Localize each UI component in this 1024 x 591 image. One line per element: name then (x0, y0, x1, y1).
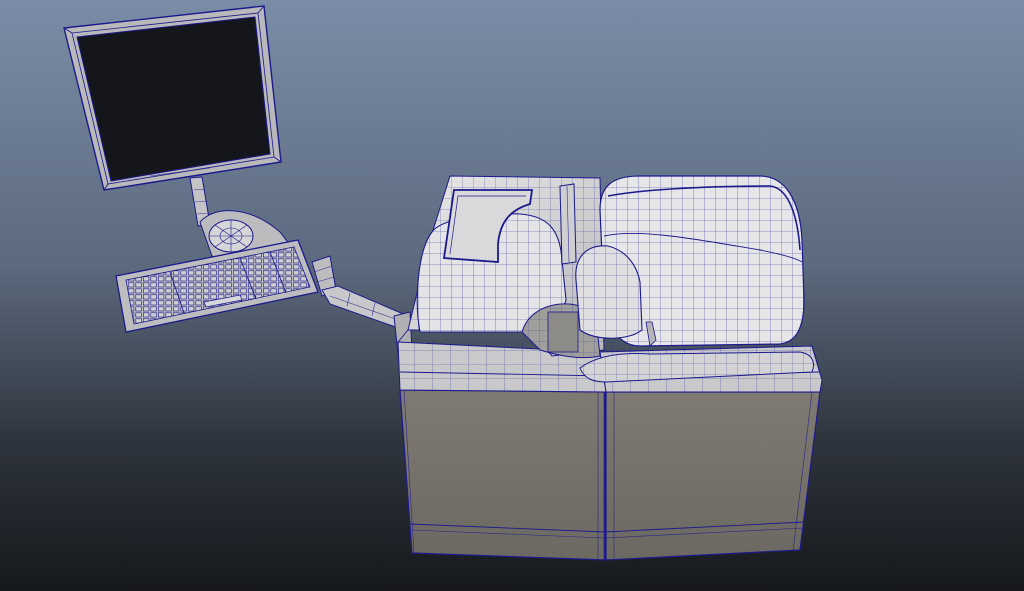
analyzer-instrument[interactable] (397, 175, 823, 561)
right-hood[interactable] (575, 175, 805, 347)
monitor-screen (76, 16, 271, 182)
cabinet-front (399, 389, 821, 561)
wireframe-scene (0, 0, 1024, 591)
monitor[interactable] (63, 5, 282, 191)
maya-viewport[interactable] (0, 0, 1024, 591)
